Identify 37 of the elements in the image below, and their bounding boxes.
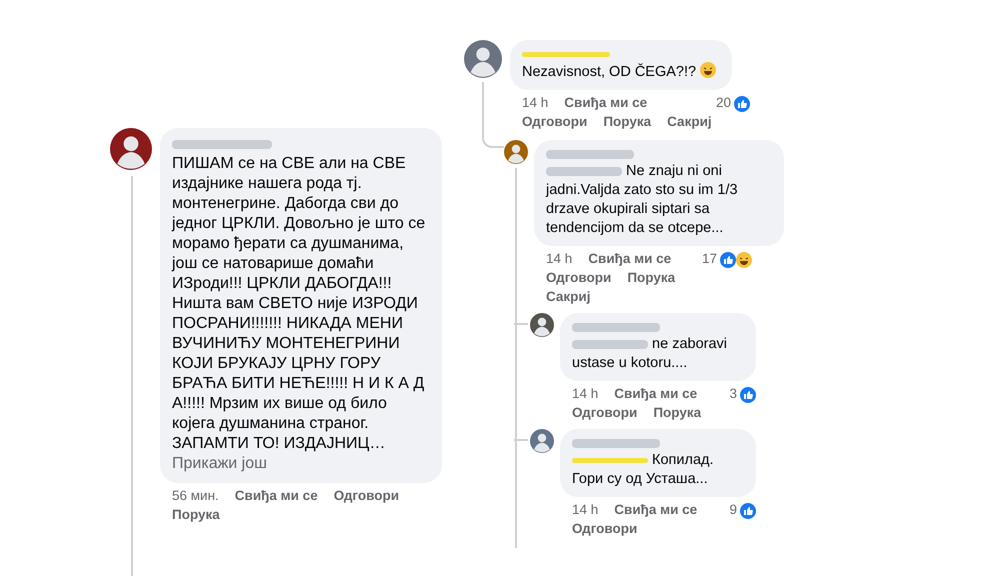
comment-time: 56 мин. [172, 487, 219, 506]
comment-action-link[interactable]: Одговори [572, 519, 638, 540]
comment-action-link[interactable]: Порука [603, 112, 652, 133]
comment-action-link[interactable]: Одговори [334, 486, 400, 507]
avatar[interactable] [504, 140, 528, 164]
avatar[interactable] [464, 40, 502, 78]
comment-time: 14 h [572, 385, 598, 404]
reaction-count: 20 [716, 94, 731, 112]
comment-action-link[interactable]: Одговори [522, 112, 588, 133]
comment-text: Nezavisnost, OD ČEGA?!? [522, 62, 720, 82]
comment-action-link[interactable]: Порука [172, 505, 220, 526]
comment-action-link[interactable]: Сакриј [546, 287, 590, 308]
comment-action-link[interactable]: Сакриј [667, 112, 712, 133]
reaction-count: 3 [729, 385, 737, 404]
comment-time: 14 h [572, 501, 598, 520]
comment-text: Копилад. Гори су од Усташа... [572, 451, 715, 489]
comment-text: ne zaboravi ustase u kotoru.... [572, 335, 728, 373]
avatar[interactable] [110, 128, 152, 170]
comment-text: Ne znaju ni oni jadni.Valjda zato sto su im 1/3 drzave okupirali siptari sa tendencijom da se otcepe... [546, 162, 739, 238]
avatar[interactable] [530, 429, 554, 453]
comment-time: 14 h [522, 94, 548, 112]
comment-action-link[interactable]: Порука [627, 268, 676, 289]
comment-action-link[interactable]: Свиђа ми се [588, 249, 672, 270]
comment-action-link[interactable]: Порука [653, 403, 702, 424]
reaction-count: 17 [702, 250, 717, 268]
show-more-link[interactable]: Прикажи још [172, 454, 267, 474]
comment-action-link[interactable]: Одговори [546, 268, 612, 289]
comment-action-link[interactable]: Свиђа ми се [564, 93, 648, 114]
comment-action-link[interactable]: Свиђа ми се [614, 500, 698, 521]
avatar[interactable] [530, 313, 554, 337]
comment-text: ПИШАМ се на СВЕ али на СВЕ издајнике нашега рода тј. монтенегрине. Дабогда сви до једног ЦРКЛИ. Довољно је што се морамо ђерати са душманима, још се натоварише домаћи ИЗроди!!! ЦРКЛИ ДАБОГДА!!! Ништа вам СВЕТО није ИЗРОДИ ПОСРАНИ!!!!!!! НИКАДА МЕНИ ВУЧИНИЋУ МОНТЕНЕГРИНИ КОЈИ БРУКАЈУ ЦРНУ ГОРУ БРАЋА БИТИ НЕЋЕ!!!!! Н И К А Д А!!!!! Мрзим их више од било којега душманина страног. ЗАПАМТИ ТО! ИЗДАЈНИЦ… Прикажи још [172, 154, 426, 474]
comment-time: 14 h [546, 250, 572, 268]
reaction-count: 9 [729, 501, 737, 520]
comment-action-link[interactable]: Свиђа ми се [614, 384, 698, 405]
comment-action-link[interactable]: Одговори [572, 403, 638, 424]
thread-line [482, 82, 504, 148]
comment-action-link[interactable]: Свиђа ми се [234, 486, 318, 507]
